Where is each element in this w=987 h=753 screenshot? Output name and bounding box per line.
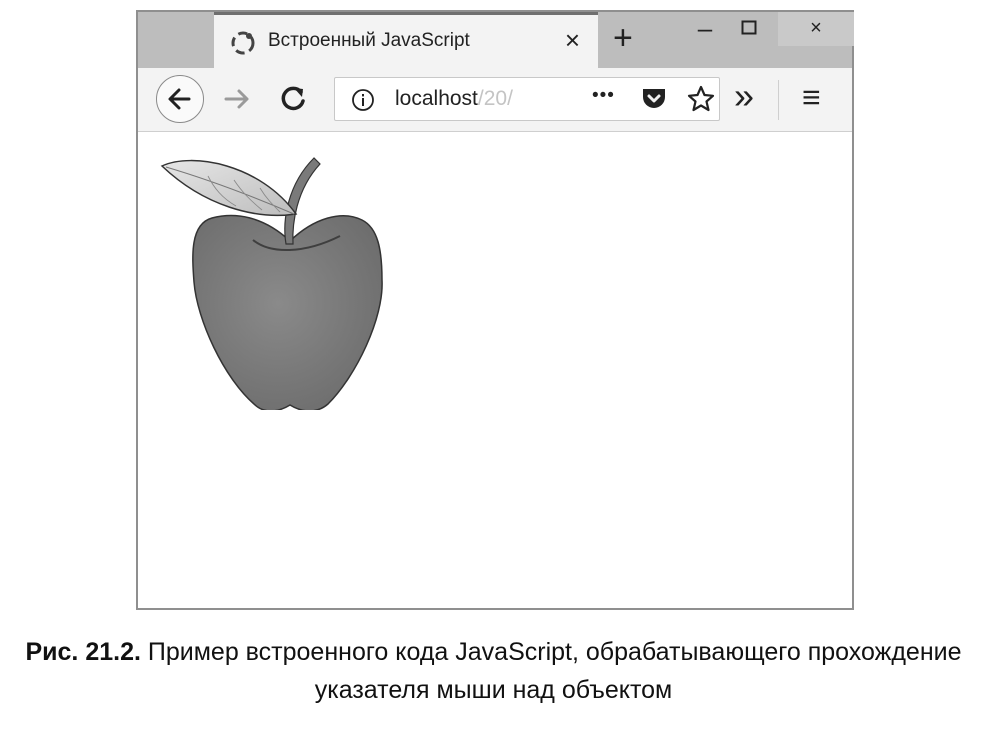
favicon-icon: [231, 31, 255, 55]
close-window-button[interactable]: ×: [778, 12, 854, 46]
forward-button[interactable]: [220, 82, 254, 116]
tab-title: Встроенный JavaScript: [268, 30, 470, 51]
back-button[interactable]: [156, 75, 204, 123]
bookmark-star-icon[interactable]: [686, 84, 716, 114]
overflow-menu-button[interactable]: »: [734, 76, 754, 116]
browser-window: Встроенный JavaScript × + – × localhost/…: [136, 10, 854, 610]
url-text: localhost/20/: [395, 87, 513, 111]
reload-button[interactable]: [276, 82, 310, 116]
info-icon[interactable]: [351, 88, 375, 112]
figure-label: Рис. 21.2.: [25, 638, 141, 666]
caption-line-2: указателя мыши над объектом: [314, 676, 673, 704]
tab-active[interactable]: Встроенный JavaScript ×: [214, 12, 598, 68]
tab-close-icon[interactable]: ×: [565, 25, 580, 55]
hamburger-menu-button[interactable]: ≡: [802, 77, 821, 117]
url-path: /20/: [477, 87, 513, 110]
toolbar-divider: [778, 80, 779, 120]
maximize-button[interactable]: [727, 12, 771, 46]
arrow-left-icon: [168, 88, 191, 110]
nav-toolbar: localhost/20/ ••• » ≡: [138, 68, 852, 132]
tab-bar: Встроенный JavaScript × + – ×: [138, 12, 854, 68]
page-actions-button[interactable]: •••: [592, 85, 615, 107]
figure-caption: Рис. 21.2. Пример встроенного кода JavaS…: [0, 633, 987, 709]
new-tab-button[interactable]: +: [613, 20, 633, 56]
pocket-icon[interactable]: [640, 85, 668, 113]
caption-line-1: Пример встроенного кода JavaScript, обра…: [147, 638, 962, 666]
maximize-icon: [741, 20, 757, 35]
url-host: localhost: [395, 87, 478, 110]
minimize-button[interactable]: –: [683, 12, 727, 46]
page-content: [138, 132, 852, 608]
apple-image[interactable]: [152, 140, 422, 410]
